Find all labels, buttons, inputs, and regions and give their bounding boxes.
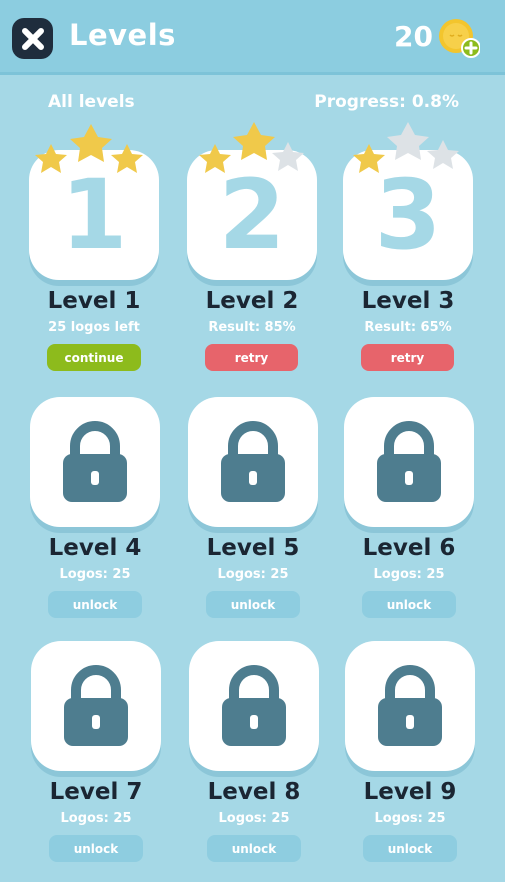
level-subtitle: Result: 85%: [208, 320, 296, 335]
level-subtitle: Logos: 25: [373, 567, 445, 582]
retry-button[interactable]: retry: [205, 344, 298, 371]
level-card-4[interactable]: Level 4 Logos: 25 unlock: [20, 397, 170, 627]
star-icon: [111, 144, 143, 173]
lock-icon: [222, 665, 286, 746]
level-tile[interactable]: [344, 397, 474, 527]
level-subtitle: Logos: 25: [218, 811, 290, 826]
level-name: Level 9: [363, 779, 457, 805]
star-rating: [353, 122, 459, 173]
lock-icon: [64, 665, 128, 746]
progress-label: Progress: 0.8%: [314, 92, 459, 112]
coin-plus-icon[interactable]: [438, 17, 480, 59]
level-name: Level 5: [206, 535, 300, 561]
level-card-2[interactable]: 2 Level 2 Result: 85% retry: [177, 122, 327, 380]
all-levels-label: All levels: [48, 92, 135, 112]
level-card-7[interactable]: Level 7 Logos: 25 unlock: [21, 641, 171, 871]
unlock-button[interactable]: unlock: [206, 591, 300, 618]
unlock-button[interactable]: unlock: [362, 591, 456, 618]
level-card-5[interactable]: Level 5 Logos: 25 unlock: [178, 397, 328, 627]
level-subtitle: Logos: 25: [60, 811, 132, 826]
unlock-button[interactable]: unlock: [49, 835, 143, 862]
star-icon: [427, 140, 459, 169]
level-name: Level 3: [361, 288, 455, 314]
unlock-button[interactable]: unlock: [207, 835, 301, 862]
level-tile[interactable]: [345, 641, 475, 771]
close-icon: [21, 27, 44, 50]
unlock-button[interactable]: unlock: [363, 835, 457, 862]
level-subtitle: Result: 65%: [364, 320, 452, 335]
level-tile[interactable]: [31, 641, 161, 771]
retry-button[interactable]: retry: [361, 344, 454, 371]
level-subtitle: 25 logos left: [48, 320, 140, 335]
star-icon: [353, 144, 385, 173]
level-name: Level 2: [205, 288, 299, 314]
star-icon: [233, 122, 275, 160]
level-tile[interactable]: [188, 397, 318, 527]
level-card-1[interactable]: 1 Level 1 25 logos left continue: [19, 124, 169, 380]
star-icon: [199, 144, 231, 173]
level-tile[interactable]: [30, 397, 160, 527]
level-name: Level 6: [362, 535, 456, 561]
level-card-3[interactable]: 3 Level 3 Result: 65% retry: [333, 122, 483, 380]
star-icon: [35, 144, 67, 173]
level-card-9[interactable]: Level 9 Logos: 25 unlock: [335, 641, 485, 871]
coin-count: 20: [394, 20, 433, 53]
lock-icon: [378, 665, 442, 746]
page-title: Levels: [69, 18, 176, 52]
level-tile[interactable]: [189, 641, 319, 771]
level-subtitle: Logos: 25: [374, 811, 446, 826]
level-subtitle: Logos: 25: [217, 567, 289, 582]
level-subtitle: Logos: 25: [59, 567, 131, 582]
star-icon: [70, 124, 112, 162]
close-button[interactable]: [12, 18, 53, 59]
level-card-6[interactable]: Level 6 Logos: 25 unlock: [334, 397, 484, 627]
continue-button[interactable]: continue: [47, 344, 141, 371]
lock-icon: [63, 421, 127, 502]
lock-icon: [377, 421, 441, 502]
level-number: 2: [218, 159, 286, 271]
lock-icon: [221, 421, 285, 502]
level-number: 3: [374, 159, 442, 271]
level-name: Level 7: [49, 779, 143, 805]
unlock-button[interactable]: unlock: [48, 591, 142, 618]
star-rating: [199, 122, 304, 173]
star-icon: [387, 122, 429, 160]
level-number: 1: [60, 159, 128, 271]
star-rating: [35, 124, 143, 173]
level-name: Level 1: [47, 288, 141, 314]
top-bar: Levels 20: [0, 0, 505, 75]
level-card-8[interactable]: Level 8 Logos: 25 unlock: [179, 641, 329, 871]
level-name: Level 4: [48, 535, 142, 561]
level-name: Level 8: [207, 779, 301, 805]
star-icon: [272, 142, 304, 171]
